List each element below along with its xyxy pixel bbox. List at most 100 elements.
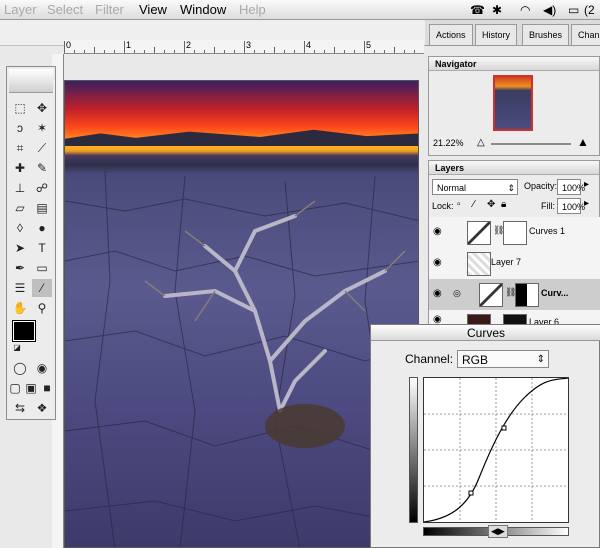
layer-row[interactable]: ◉ ⛓ Curves 1 — [429, 217, 600, 249]
curve-point[interactable] — [468, 490, 474, 496]
layer-name[interactable]: Curves 1 — [529, 226, 565, 236]
layer-mask-thumbnail[interactable] — [515, 283, 539, 307]
magic-wand-icon[interactable]: ✶ — [32, 119, 52, 137]
visibility-eye-icon[interactable]: ◉ — [433, 226, 442, 237]
fill-input[interactable]: 100% — [557, 198, 585, 214]
lock-all-icon[interactable]: 🔒︎ — [501, 199, 506, 210]
ruler-tick — [374, 50, 375, 53]
imageready-icon[interactable]: ❖ — [32, 399, 52, 417]
opacity-arrow-icon[interactable]: ▸ — [584, 179, 589, 190]
ruler-tick — [104, 50, 105, 53]
menu-filter[interactable]: Filter — [95, 2, 124, 17]
layer-name[interactable]: Layer 7 — [491, 257, 521, 267]
blend-mode-value: Normal — [437, 183, 467, 193]
eraser-tool-icon[interactable]: ▱ — [10, 199, 30, 217]
navigator-thumbnail[interactable] — [493, 75, 533, 131]
layer-name[interactable]: Curv... — [541, 288, 568, 298]
phone-icon[interactable]: ☎ — [470, 3, 485, 17]
navigator-title[interactable]: Navigator — [429, 57, 599, 71]
brush-tool-icon[interactable]: ✎ — [32, 159, 52, 177]
notes-tool-icon[interactable]: ☰ — [10, 279, 30, 297]
zoom-slider[interactable] — [491, 143, 571, 145]
hand-tool-icon[interactable]: ✋ — [10, 299, 30, 317]
zoom-tool-icon[interactable]: ⚲ — [32, 299, 52, 317]
tab-brushes[interactable]: Brushes — [522, 24, 570, 45]
ruler-tick — [314, 50, 315, 53]
healing-brush-icon[interactable]: ✚ — [10, 159, 30, 177]
ruler-tick — [394, 47, 395, 53]
opacity-label: Opacity: — [524, 181, 558, 191]
tab-actions[interactable]: Actions — [429, 24, 473, 45]
curve-point[interactable] — [501, 425, 507, 431]
menu-window[interactable]: Window — [180, 2, 226, 17]
menu-layer[interactable]: Layer — [4, 2, 37, 17]
crop-tool-icon[interactable]: ⌗ — [10, 139, 30, 157]
battery-icon[interactable]: ▭ — [568, 3, 579, 17]
screen-mode-menubar-icon[interactable]: ▣ — [23, 379, 39, 397]
foreground-color-swatch[interactable] — [12, 320, 36, 342]
layer-mask-thumbnail[interactable] — [503, 221, 527, 245]
menu-help[interactable]: Help — [239, 2, 266, 17]
fill-arrow-icon[interactable]: ▸ — [584, 198, 589, 209]
ruler-tick — [84, 50, 85, 53]
marquee-tool-icon[interactable]: ⬚ — [10, 99, 30, 117]
curve-graph-svg[interactable] — [423, 377, 569, 523]
lock-transparency-icon[interactable]: ▫ — [457, 199, 461, 210]
curve-graph[interactable] — [423, 377, 569, 523]
visibility-eye-icon[interactable]: ◉ — [433, 257, 442, 268]
screen-mode-standard-icon[interactable]: ▢ — [7, 379, 23, 397]
ruler-tick — [214, 47, 215, 53]
lock-position-icon[interactable]: ✥ — [487, 199, 495, 210]
zoom-out-icon[interactable]: △ — [477, 137, 485, 148]
stamp-tool-icon[interactable]: ⊥ — [10, 179, 30, 197]
lasso-tool-icon[interactable]: ↄ — [10, 119, 30, 137]
tab-channels[interactable]: Channe — [571, 24, 600, 45]
layer-row[interactable]: ◉ Layer 7 — [429, 248, 600, 280]
standard-mode-icon[interactable]: ◯ — [10, 359, 30, 377]
wifi-icon[interactable]: ◠ — [520, 3, 530, 17]
navigator-zoom[interactable]: 21.22% — [433, 138, 464, 148]
screen-mode-full-icon[interactable]: ■ — [39, 379, 55, 397]
visibility-eye-icon[interactable]: ◉ — [433, 288, 442, 299]
quickmask-mode-icon[interactable]: ◉ — [32, 359, 52, 377]
ruler-tick — [414, 50, 415, 53]
layers-title[interactable]: Layers — [429, 161, 599, 175]
blur-tool-icon[interactable]: ◊ — [10, 219, 30, 237]
move-tool-icon[interactable]: ✥ — [32, 99, 52, 117]
jump-to-imageready-icon[interactable]: ⇆ — [10, 399, 30, 417]
zoom-in-icon[interactable]: ▲ — [577, 135, 589, 149]
menu-select[interactable]: Select — [47, 2, 83, 17]
lock-paint-icon[interactable]: ⁄ — [473, 199, 475, 210]
channel-label: Channel: — [405, 352, 454, 366]
ruler-tick — [254, 50, 255, 53]
dodge-tool-icon[interactable]: ● — [32, 219, 52, 237]
slice-tool-icon[interactable]: ⟋ — [32, 139, 52, 157]
ruler-tick — [354, 50, 355, 53]
lock-label: Lock: — [432, 201, 454, 211]
shape-tool-icon[interactable]: ▭ — [32, 259, 52, 277]
document-canvas[interactable] — [64, 80, 419, 548]
horizontal-ruler[interactable]: 0 1 2 3 4 5 — [64, 40, 424, 54]
default-colors-icon[interactable]: ◪ — [7, 339, 27, 357]
channel-select[interactable]: RGB ⇕ — [457, 350, 549, 368]
ruler-tick — [114, 50, 115, 53]
ruler-tick — [344, 50, 345, 53]
gradient-toggle-icon[interactable]: ◀▶ — [488, 525, 508, 538]
curves-dialog-title[interactable]: Curves — [371, 325, 600, 341]
toolbox-logo[interactable] — [9, 69, 53, 93]
type-tool-icon[interactable]: T — [32, 239, 52, 257]
path-select-icon[interactable]: ➤ — [10, 239, 30, 257]
eyedropper-tool-icon[interactable]: ⁄ — [32, 279, 52, 297]
menu-view[interactable]: View — [139, 2, 167, 17]
ruler-tick — [204, 50, 205, 53]
gradient-tool-icon[interactable]: ▤ — [32, 199, 52, 217]
volume-icon[interactable]: ◀) — [543, 3, 556, 17]
opacity-input[interactable]: 100% — [557, 179, 585, 195]
tab-history[interactable]: History — [475, 24, 518, 45]
layer-row-selected[interactable]: ◉ ◎ ⛓ Curv... — [429, 279, 600, 311]
history-brush-icon[interactable]: ☍ — [32, 179, 52, 197]
blend-mode-select[interactable]: Normal ⇕ — [432, 179, 518, 195]
ruler-tick — [384, 50, 385, 53]
pen-tool-icon[interactable]: ✒ — [10, 259, 30, 277]
bluetooth-icon[interactable]: ✱ — [492, 3, 502, 17]
